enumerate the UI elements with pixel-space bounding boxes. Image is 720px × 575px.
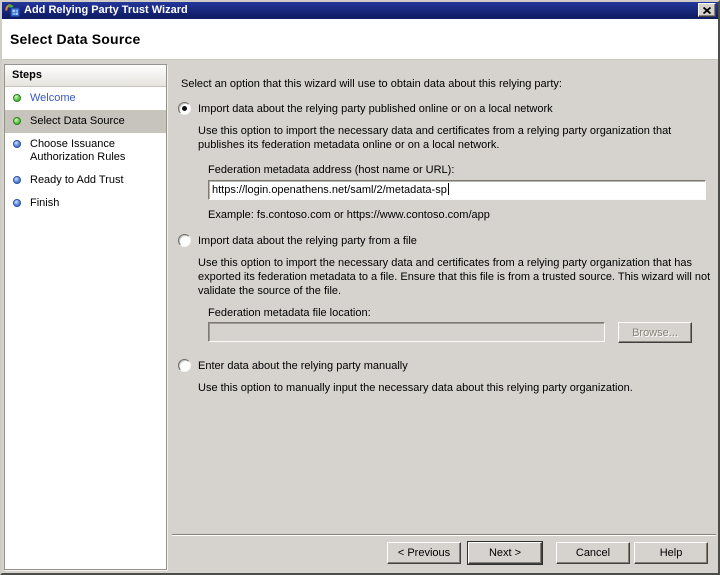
page-title: Select Data Source [2,19,718,47]
step-label: Finish [30,197,148,210]
federation-metadata-file-label: Federation metadata file location: [208,306,371,320]
help-button[interactable]: Help [634,542,708,564]
step-finish: Finish [5,192,166,215]
steps-sidebar: Steps Welcome Select Data Source Choose … [4,64,167,570]
close-icon [703,7,711,14]
intro-text: Select an option that this wizard will u… [181,77,562,91]
radio-manual[interactable] [178,359,191,372]
federation-metadata-address-value: https://login.openathens.net/saml/2/meta… [212,184,447,196]
federation-metadata-address-input[interactable]: https://login.openathens.net/saml/2/meta… [208,180,706,200]
window-title: Add Relying Party Trust Wizard [24,4,188,17]
titlebar[interactable]: Add Relying Party Trust Wizard [2,2,718,19]
step-label: Ready to Add Trust [30,174,148,187]
cancel-button[interactable]: Cancel [556,542,630,564]
example-text: Example: fs.contoso.com or https://www.c… [208,208,490,222]
step-choose-issuance-authorization-rules: Choose Issuance Authorization Rules [5,133,166,169]
step-welcome[interactable]: Welcome [5,87,166,110]
radio-import-online-label[interactable]: Import data about the relying party publ… [198,102,553,116]
previous-button[interactable]: < Previous [387,542,461,564]
close-button[interactable] [698,3,716,17]
federation-metadata-file-input [208,322,605,342]
text-caret [448,183,449,195]
step-pending-icon [13,199,21,207]
step-pending-icon [13,176,21,184]
option-online-description: Use this option to import the necessary … [198,124,714,152]
footer-divider [172,534,716,535]
screen: Add Relying Party Trust Wizard Select Da… [0,0,720,575]
wizard-body: Steps Welcome Select Data Source Choose … [2,60,718,573]
step-select-data-source: Select Data Source [5,110,166,133]
step-label: Select Data Source [30,115,148,128]
step-label[interactable]: Welcome [30,92,148,105]
next-button[interactable]: Next > [468,542,542,564]
radio-manual-label[interactable]: Enter data about the relying party manua… [198,359,408,373]
federation-metadata-address-label: Federation metadata address (host name o… [208,163,454,177]
steps-header: Steps [5,65,166,87]
wizard-window: Add Relying Party Trust Wizard Select Da… [0,0,720,575]
step-label: Choose Issuance Authorization Rules [30,138,148,164]
option-file-description: Use this option to import the necessary … [198,256,714,298]
step-done-icon [13,117,21,125]
option-manual-description: Use this option to manually input the ne… [198,381,714,395]
step-ready-to-add-trust: Ready to Add Trust [5,169,166,192]
browse-button: Browse... [618,322,692,343]
radio-import-file-label[interactable]: Import data about the relying party from… [198,234,417,248]
wizard-app-icon [5,3,20,18]
step-done-icon [13,94,21,102]
step-pending-icon [13,140,21,148]
radio-import-file[interactable] [178,234,191,247]
radio-import-online[interactable] [178,102,191,115]
page-header: Select Data Source [2,19,718,60]
